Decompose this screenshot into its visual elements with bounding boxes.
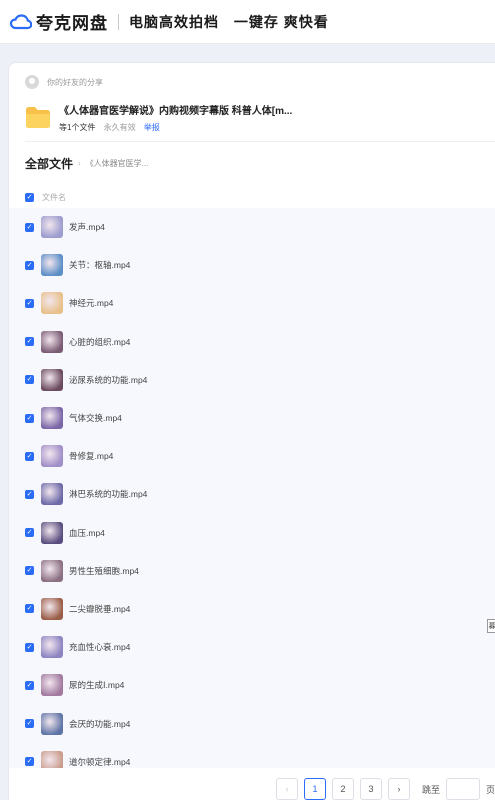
file-checkbox[interactable]: ✓ [25,337,34,347]
shared-folder-info: 《人体器官医学解说》内购视频字幕版 科普人体[m... 等1个文件 永久有效 举… [25,99,292,133]
file-checkbox[interactable]: ✓ [25,489,34,499]
file-checkbox[interactable]: ✓ [25,260,34,270]
file-checkbox[interactable]: ✓ [25,719,34,729]
list-item[interactable]: ✓ 发声.mp4 [9,208,495,247]
quark-cloud-logo-icon[interactable] [10,13,32,30]
slogan-part-2: 一键存 爽快看 [233,13,329,30]
list-item[interactable]: ✓ 血压.mp4 [9,513,495,552]
video-thumbnail [41,636,63,659]
list-item[interactable]: ✓ 泌尿系统的功能.mp4 [9,360,495,399]
file-name[interactable]: 泌尿系统的功能.mp4 [69,374,147,386]
list-item[interactable]: ✓ 会厌的功能.mp4 [9,704,495,743]
video-thumbnail [41,521,63,544]
video-thumbnail [41,597,63,620]
column-header-filename: 文件名 [42,193,66,202]
file-name[interactable]: 骨修复.mp4 [69,450,113,462]
share-from-text: 你的好友的分享 [47,77,103,87]
file-name[interactable]: 尿的生成Ⅰ.mp4 [69,679,124,691]
video-thumbnail [41,712,63,735]
video-thumbnail [41,254,63,277]
folder-icon [26,107,50,128]
video-thumbnail [41,292,63,315]
breadcrumb: 全部文件 › 《人体器官医学... [25,155,148,172]
page-button-2[interactable]: 2 [332,778,354,800]
file-checkbox[interactable]: ✓ [25,298,34,308]
file-name[interactable]: 心脏的组织.mp4 [69,336,130,348]
video-thumbnail [41,368,63,391]
page-unit-label: 页 [486,784,495,795]
file-name[interactable]: 男性生殖细胞.mp4 [69,565,139,577]
file-checkbox[interactable]: ✓ [25,375,34,385]
list-item[interactable]: ✓ 男性生殖细胞.mp4 [9,551,495,590]
video-thumbnail [41,674,63,697]
top-bar: 夸克网盘 电脑高效拍档 一键存 爽快看 [0,0,495,44]
file-name[interactable]: 发声.mp4 [69,221,105,233]
share-card: 你的好友的分享 《人体器官医学解说》内购视频字幕版 科普人体[m... 等1个文… [8,62,495,800]
file-checkbox[interactable]: ✓ [25,680,34,690]
list-item[interactable]: ✓ 神经元.mp4 [9,284,495,323]
file-name[interactable]: 关节：枢轴.mp4 [69,259,130,271]
report-link[interactable]: 举报 [144,123,160,132]
select-all-checkbox[interactable]: ✓ [25,193,34,202]
file-name[interactable]: 道尔顿定律.mp4 [69,756,130,768]
list-item[interactable]: ✓ 关节：枢轴.mp4 [9,246,495,285]
breadcrumb-current[interactable]: 《人体器官医学... [86,158,149,169]
page-button-3[interactable]: 3 [360,778,382,800]
side-float-tab[interactable]: 募 [487,619,495,633]
video-thumbnail [41,559,63,582]
header-divider [118,13,119,30]
page-button-1[interactable]: 1 [304,778,326,800]
next-page-button[interactable]: › [388,778,410,800]
file-name[interactable]: 二尖瓣脱垂.mp4 [69,603,130,615]
brand-name[interactable]: 夸克网盘 [36,9,108,34]
file-checkbox[interactable]: ✓ [25,566,34,576]
avatar [25,75,39,89]
list-item[interactable]: ✓ 尿的生成Ⅰ.mp4 [9,666,495,705]
file-name[interactable]: 充血性心衰.mp4 [69,641,130,653]
share-from: 你的好友的分享 [25,75,103,89]
file-list-header: ✓ 文件名 [25,192,66,203]
video-thumbnail [41,445,63,468]
file-checkbox[interactable]: ✓ [25,757,34,767]
video-thumbnail [41,330,63,353]
video-thumbnail [41,407,63,430]
pagination: ‹ 1 2 3 › 跳至 页 [276,778,495,800]
file-count: 等1个文件 [59,123,96,132]
header-slogan: 电脑高效拍档 一键存 爽快看 [129,12,339,32]
folder-title: 《人体器官医学解说》内购视频字幕版 科普人体[m... [59,106,293,117]
list-item[interactable]: ✓ 二尖瓣脱垂.mp4 [9,589,495,629]
jump-page-input[interactable] [446,778,481,800]
file-checkbox[interactable]: ✓ [25,451,34,461]
slogan-part-1: 电脑高效拍档 [129,13,219,30]
list-item[interactable]: ✓ 气体交换.mp4 [9,398,495,438]
video-thumbnail [41,483,63,506]
video-thumbnail [41,750,63,768]
folder-meta: 等1个文件 永久有效 举报 [59,122,292,133]
file-name[interactable]: 会厌的功能.mp4 [69,718,130,730]
file-name[interactable]: 气体交换.mp4 [69,412,122,424]
breadcrumb-all-files[interactable]: 全部文件 [25,155,73,172]
file-checkbox[interactable]: ✓ [25,528,34,538]
file-checkbox[interactable]: ✓ [25,604,34,614]
expire-label: 永久有效 [103,123,136,132]
prev-page-button[interactable]: ‹ [276,778,298,800]
jump-label: 跳至 [422,784,441,795]
file-checkbox[interactable]: ✓ [25,413,34,423]
file-name[interactable]: 淋巴系统的功能.mp4 [69,488,147,500]
list-item[interactable]: ✓ 充血性心衰.mp4 [9,628,495,667]
file-checkbox[interactable]: ✓ [25,222,34,232]
file-name[interactable]: 血压.mp4 [69,527,105,539]
section-divider [25,141,495,142]
file-name[interactable]: 神经元.mp4 [69,297,113,309]
list-item[interactable]: ✓ 淋巴系统的功能.mp4 [9,475,495,514]
list-item[interactable]: ✓ 骨修复.mp4 [9,437,495,476]
list-item[interactable]: ✓ 道尔顿定律.mp4 [9,742,495,768]
file-list: ✓ 发声.mp4 ✓ 关节：枢轴.mp4 ✓ 神经元.mp4 ✓ 心脏的组织.m… [9,208,495,768]
breadcrumb-chevron-icon: › [78,159,81,168]
list-item[interactable]: ✓ 心脏的组织.mp4 [9,322,495,361]
video-thumbnail [41,216,63,239]
file-checkbox[interactable]: ✓ [25,642,34,652]
